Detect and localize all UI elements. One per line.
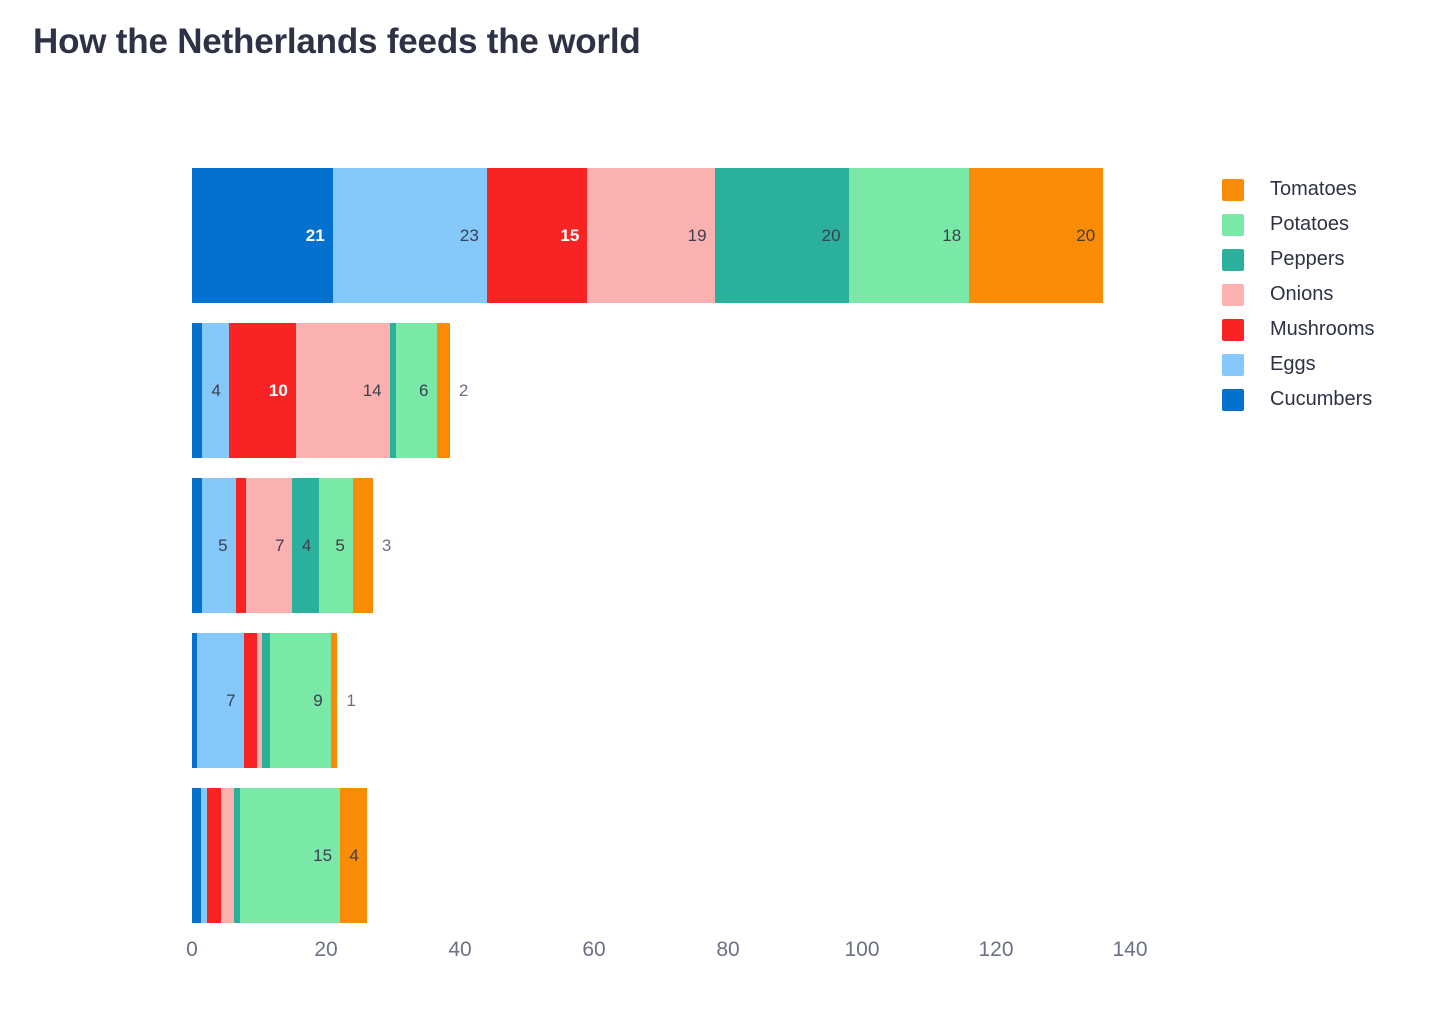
legend-item-eggs[interactable]: Eggs xyxy=(1222,347,1452,382)
bar-segment-potatoes[interactable]: 6 xyxy=(396,323,437,458)
legend-swatch-icon xyxy=(1222,318,1244,341)
bar-segment-potatoes[interactable]: 18 xyxy=(848,168,970,303)
legend-label: Onions xyxy=(1270,283,1334,305)
bar-segment-value: 20 xyxy=(821,225,841,245)
bar-segment-tomatoes[interactable]: 2 xyxy=(436,323,468,458)
bar-segment-value: 1 xyxy=(346,690,356,710)
legend-label: Peppers xyxy=(1270,248,1345,270)
legend-item-onions[interactable]: Onions xyxy=(1222,277,1452,312)
bar-segment-value: 20 xyxy=(1076,225,1096,245)
stacked-bar: 4 10 14 6 2 xyxy=(192,323,468,458)
bar-segment-value: 21 xyxy=(305,225,325,245)
bar-row-usa: USA🇺🇸57453 xyxy=(0,478,1200,613)
bar-segment-value: 9 xyxy=(313,690,323,710)
bar-segment-value: 6 xyxy=(419,380,429,400)
bar-segment-mushrooms[interactable] xyxy=(235,478,246,613)
x-axis-tick: 0 xyxy=(186,938,198,961)
bar-segment-cucumbers[interactable] xyxy=(192,478,203,613)
legend-swatch-icon xyxy=(1222,388,1244,411)
stacked-bar-chart: Netherlands🇳🇱21231519201820China🇨🇳410146… xyxy=(0,0,1456,1021)
bar-segment-peppers[interactable]: 20 xyxy=(714,168,849,303)
stacked-bar: 15 4 xyxy=(192,788,367,923)
bar-segment-peppers[interactable] xyxy=(389,323,397,458)
x-axis-tick: 120 xyxy=(978,938,1014,961)
bar-segment-onions[interactable]: 19 xyxy=(587,168,715,303)
bar-segment-eggs[interactable]: 23 xyxy=(332,168,487,303)
bar-segment-value: 5 xyxy=(335,535,345,555)
bar-segment-eggs[interactable]: 7 xyxy=(196,633,244,768)
legend-item-mushrooms[interactable]: Mushrooms xyxy=(1222,312,1452,347)
bar-segment-value: 15 xyxy=(560,225,580,245)
bar-segment-value: 19 xyxy=(687,225,707,245)
x-axis-tick: 40 xyxy=(448,938,472,961)
bar-segment-tomatoes[interactable]: 20 xyxy=(969,168,1104,303)
bar-segment-value: 14 xyxy=(362,380,382,400)
stacked-bar: 7 9 1 xyxy=(192,633,356,768)
x-axis-tick: 100 xyxy=(844,938,880,961)
bar-segment-onions[interactable]: 14 xyxy=(295,323,390,458)
bar-row-france: France🇫🇷154 xyxy=(0,788,1200,923)
bar-segment-cucumbers[interactable] xyxy=(192,323,203,458)
x-axis-tick: 60 xyxy=(582,938,606,961)
legend-label: Eggs xyxy=(1270,353,1316,375)
legend-swatch-icon xyxy=(1222,248,1244,271)
bar-segment-tomatoes[interactable]: 3 xyxy=(352,478,391,613)
bar-segment-cucumbers[interactable] xyxy=(192,788,201,923)
x-axis-tick: 20 xyxy=(314,938,338,961)
bar-row-china: China🇨🇳4101462 xyxy=(0,323,1200,458)
bar-segment-value: 2 xyxy=(458,380,469,400)
legend-item-tomatoes[interactable]: Tomatoes xyxy=(1222,172,1452,207)
bar-segment-value: 7 xyxy=(275,535,285,555)
x-axis-tick: 80 xyxy=(716,938,740,961)
bar-segment-value: 4 xyxy=(349,845,359,865)
x-axis: 0 20 40 60 80 100 120 140 xyxy=(0,938,1456,978)
legend-label: Potatoes xyxy=(1270,213,1349,235)
legend-swatch-icon xyxy=(1222,353,1244,376)
legend-item-peppers[interactable]: Peppers xyxy=(1222,242,1452,277)
bar-segment-peppers[interactable] xyxy=(261,633,271,768)
x-axis-tick: 140 xyxy=(1112,938,1148,961)
bar-segment-value: 7 xyxy=(226,690,236,710)
legend-swatch-icon xyxy=(1222,178,1244,201)
legend-item-cucumbers[interactable]: Cucumbers xyxy=(1222,382,1452,417)
legend-label: Tomatoes xyxy=(1270,178,1357,200)
bar-segment-value: 3 xyxy=(381,535,392,555)
bar-segment-mushrooms[interactable] xyxy=(207,788,221,923)
legend-label: Cucumbers xyxy=(1270,388,1373,410)
bar-segment-eggs[interactable]: 4 xyxy=(202,323,229,458)
bar-segment-potatoes[interactable]: 9 xyxy=(270,633,331,768)
bar-segment-value: 4 xyxy=(301,535,312,555)
bar-segment-value: 15 xyxy=(313,845,333,865)
bar-segment-value: 23 xyxy=(459,225,479,245)
bar-segment-potatoes[interactable]: 15 xyxy=(239,788,341,923)
legend-item-potatoes[interactable]: Potatoes xyxy=(1222,207,1452,242)
legend-swatch-icon xyxy=(1222,283,1244,306)
bar-segment-onions[interactable] xyxy=(220,788,235,923)
bar-segment-tomatoes[interactable]: 4 xyxy=(340,788,367,923)
bar-segment-eggs[interactable] xyxy=(200,788,208,923)
bar-row-germany: Germany🇩🇪791 xyxy=(0,633,1200,768)
bar-segment-value: 5 xyxy=(218,535,228,555)
bar-segment-peppers[interactable]: 4 xyxy=(292,478,320,613)
bar-segment-value: 18 xyxy=(942,225,962,245)
bar-segment-cucumbers[interactable]: 21 xyxy=(192,168,333,303)
bar-segment-mushrooms[interactable]: 10 xyxy=(228,323,296,458)
stacked-bar: 5 74 5 3 xyxy=(192,478,391,613)
stacked-bar: 21 23 15 19 20 18 20 xyxy=(192,168,1104,303)
legend-label: Mushrooms xyxy=(1270,318,1375,340)
legend-swatch-icon xyxy=(1222,213,1244,236)
chart-legend: Tomatoes Potatoes Peppers Onions Mushrooms Eg… xyxy=(1222,172,1452,417)
bar-segment-mushrooms[interactable] xyxy=(243,633,257,768)
bar-segment-eggs[interactable]: 5 xyxy=(202,478,236,613)
bar-segment-potatoes[interactable]: 5 xyxy=(319,478,353,613)
bar-segment-value: 4 xyxy=(211,380,221,400)
bar-segment-value: 10 xyxy=(268,380,288,400)
bar-segment-tomatoes[interactable]: 1 xyxy=(330,633,356,768)
bar-segment-mushrooms[interactable]: 15 xyxy=(486,168,588,303)
bar-segment-onions[interactable]: 7 xyxy=(245,478,293,613)
bar-row-netherlands: Netherlands🇳🇱21231519201820 xyxy=(0,168,1200,303)
